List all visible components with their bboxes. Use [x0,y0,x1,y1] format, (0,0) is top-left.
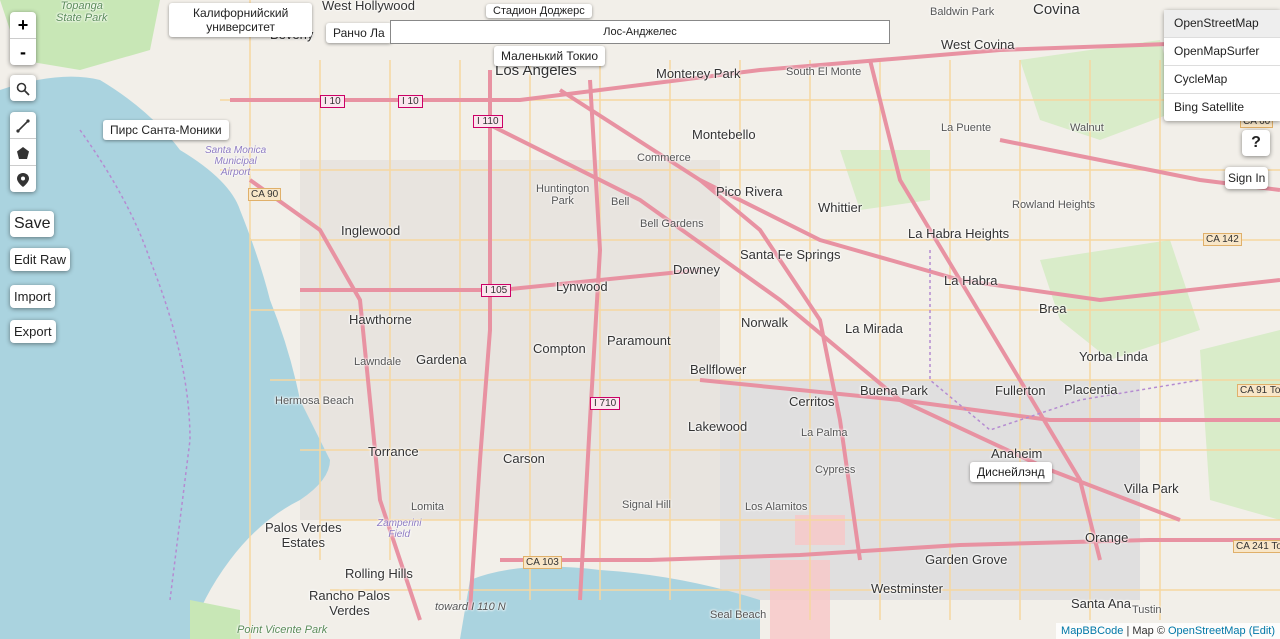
tooltip-santa-monica-pier[interactable]: Пирс Санта-Моники [103,120,229,140]
zoom-in-button[interactable]: + [10,12,36,39]
tooltip-rancho[interactable]: Ранчо Ла [326,23,392,43]
tooltip-little-tokyo[interactable]: Маленький Токио [494,46,606,66]
tooltip-ucla[interactable]: Калифорнийский университет [169,3,313,37]
tooltip-dodger-stadium[interactable]: Стадион Доджерс [486,4,592,18]
zoom-out-button[interactable]: - [10,39,36,65]
shield-ca91: CA 91 To [1237,384,1280,397]
map-tiles [0,0,1280,639]
draw-toolbar [10,112,36,192]
attribution-sep: | Map © [1123,625,1168,637]
mapbbcode-link[interactable]: MapBBCode [1061,625,1123,637]
draw-polygon-icon[interactable] [10,139,36,166]
shield-ca142: CA 142 [1203,233,1242,246]
search-input[interactable]: Лос-Анджелес [390,20,890,44]
shield-i710: I 710 [590,397,621,410]
search-icon[interactable] [10,75,36,101]
shield-ca90: CA 90 [248,188,282,201]
shield-i105: I 105 [481,284,512,297]
import-button[interactable]: Import [10,285,55,308]
shield-i110: I 110 [473,115,503,128]
edit-raw-button[interactable]: Edit Raw [10,248,71,271]
sign-in-button[interactable]: Sign In [1225,167,1269,189]
save-button[interactable]: Save [10,211,55,237]
draw-line-icon[interactable] [10,112,36,139]
layer-bing-satellite[interactable]: Bing Satellite [1164,94,1280,121]
layer-openstreetmap[interactable]: OpenStreetMap [1164,10,1280,38]
shield-i10-east: I 10 [398,95,423,108]
search-control [10,75,36,101]
shield-i10-west: I 10 [320,95,345,108]
tooltip-disneyland[interactable]: Диснейлэнд [970,462,1052,482]
attribution: MapBBCode | Map © OpenStreetMap (Edit) [1056,623,1280,639]
zoom-control: + - [10,12,36,65]
layer-cyclemap[interactable]: CycleMap [1164,66,1280,94]
map-canvas[interactable]: West Hollywood Beverly Los Angeles Monte… [0,0,1280,639]
layer-openmapsurfer[interactable]: OpenMapSurfer [1164,38,1280,66]
edit-link[interactable]: (Edit) [1249,625,1275,637]
layer-switcher: OpenStreetMap OpenMapSurfer CycleMap Bin… [1164,10,1280,121]
shield-ca241: CA 241 To [1233,540,1280,553]
osm-link[interactable]: OpenStreetMap [1168,625,1246,637]
export-button[interactable]: Export [10,320,56,343]
shield-ca103: CA 103 [523,556,562,569]
marker-icon[interactable] [10,166,36,192]
help-button[interactable]: ? [1242,130,1270,156]
